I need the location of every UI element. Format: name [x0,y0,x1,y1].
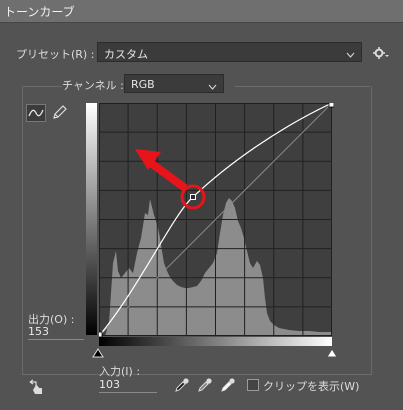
window-title: トーンカーブ [4,5,75,19]
curve-point-white[interactable] [328,103,334,108]
gray-point-eyedropper-icon[interactable] [197,377,213,393]
on-image-adjust-icon[interactable] [26,379,48,395]
chevron-down-icon [208,80,217,93]
input-field[interactable]: 103 [99,378,157,393]
black-point-eyedropper-icon[interactable] [174,377,190,393]
settings-gear-icon[interactable] [373,46,389,60]
preset-value: カスタム [104,48,148,61]
output-field[interactable]: 153 [28,325,84,340]
input-gradient-bar [99,337,332,346]
channel-dropdown[interactable]: RGB [124,74,224,93]
channel-label: チャンネル : [62,79,124,92]
input-value: 103 [99,378,120,391]
curve-graph[interactable] [99,103,334,338]
show-clipping-label: クリップを表示(W) [263,380,360,393]
preset-label: プリセット(R) : [16,48,95,61]
input-label: 入力(I) : [99,365,141,378]
frame-top-right [235,86,370,87]
channel-value: RGB [131,78,155,91]
chevron-down-icon [346,48,355,61]
frame-top-left [22,86,62,87]
title-bar: トーンカーブ [0,0,403,23]
curve-point-black[interactable] [99,331,103,338]
white-point-slider[interactable] [326,347,338,359]
preset-dropdown[interactable]: カスタム [97,42,362,62]
pencil-icon[interactable] [50,104,68,122]
black-point-slider[interactable] [92,347,104,359]
white-point-eyedropper-icon[interactable] [220,377,236,393]
curve-edit-icon[interactable] [26,104,46,122]
output-value: 153 [28,325,49,338]
output-gradient-bar [86,103,97,335]
curve-point-selected[interactable] [190,194,196,200]
show-clipping-checkbox[interactable] [247,379,259,391]
